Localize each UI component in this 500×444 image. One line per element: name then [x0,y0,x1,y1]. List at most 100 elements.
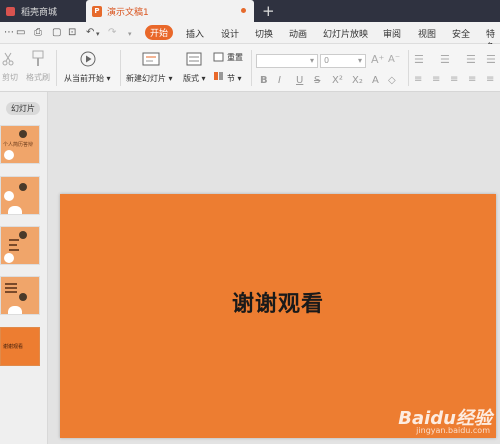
print-icon[interactable]: ⎙ [34,27,42,38]
separator [56,50,57,86]
bunny-illustration-icon [4,150,14,160]
bunny-illustration-icon [4,191,14,201]
print-preview-icon[interactable]: ▢ [52,27,61,38]
align-left-icon[interactable]: ≡ [414,74,422,85]
menu-design[interactable]: 设计 [221,27,239,40]
tab-docer-store[interactable]: 稻壳商城 [0,0,84,22]
cut-label[interactable]: 剪切 [2,72,18,83]
slides-tab[interactable]: 幻灯片 [6,102,40,115]
play-icon[interactable] [80,51,96,67]
menu-security[interactable]: 安全 [452,27,470,40]
menu-slideshow[interactable]: 幻灯片放映 [323,27,368,40]
format-painter-label[interactable]: 格式刷 [26,72,50,83]
bold-button[interactable]: B [260,75,268,86]
new-slide-button[interactable]: 新建幻灯片 ▾ [126,73,173,84]
decoration-icon [19,293,27,301]
overflow-icon[interactable]: ⋯ [4,27,14,38]
menu-transitions[interactable]: 切换 [255,27,273,40]
menu-animation[interactable]: 动画 [289,27,307,40]
distribute-icon[interactable]: ≡ [486,74,494,85]
layout-button[interactable]: 版式 ▾ [183,73,206,84]
section-icon[interactable] [213,71,224,81]
new-slide-label: 新建幻灯片 [126,74,166,83]
underline-button[interactable]: U [296,75,303,86]
slide-thumbnail-panel: 幻灯片 个人简历答辩 谢谢观看 [0,92,48,444]
increase-font-icon[interactable]: A⁺ [371,53,384,66]
reset-icon[interactable] [213,52,224,62]
text-line [5,283,17,285]
font-size-input[interactable]: 0 ▾ [320,54,366,68]
presentation-icon: P [92,5,102,17]
slide-canvas[interactable]: 谢谢观看 [60,194,496,438]
bullet-list-icon[interactable]: ☰ [414,53,424,66]
menu-home[interactable]: 开始 [145,25,173,40]
watermark-url: jingyan.baidu.com [416,426,490,435]
align-right-icon[interactable]: ≡ [450,74,458,85]
superscript-icon[interactable]: X² [332,75,343,86]
text-line [5,291,17,293]
new-slide-icon[interactable] [142,52,160,67]
play-from-current-label: 从当前开始 [64,74,104,83]
font-name-input[interactable]: ▾ [256,54,318,68]
play-from-current-button[interactable]: 从当前开始 ▾ [64,73,111,84]
tab-label: 演示文稿1 [107,7,149,18]
numbered-list-icon[interactable]: ☰ [440,53,450,66]
menu-view[interactable]: 视图 [418,27,436,40]
slide-thumbnail-1[interactable]: 个人简历答辩 [0,125,40,164]
new-tab-plus-icon[interactable]: + [262,2,275,20]
bunny-illustration-icon [8,206,22,214]
text-line [5,287,17,289]
dropdown-arrow-icon: ▾ [309,56,314,65]
separator [408,50,409,86]
open-file-icon[interactable]: ▭ [16,27,25,38]
menu-insert[interactable]: 插入 [186,27,204,40]
indent-icon[interactable]: ☰ [466,53,476,66]
justify-icon[interactable]: ≡ [468,74,476,85]
unsaved-dot-icon [241,8,246,13]
decoration-icon [19,130,27,138]
cut-icon[interactable] [2,52,14,66]
thumbnail-title: 谢谢观看 [3,344,24,350]
baidu-watermark: Baidu经验 jingyan.baidu.com [398,404,492,435]
bunny-illustration-icon [4,253,14,263]
bunny-illustration-icon [8,306,22,314]
outdent-icon[interactable]: ☰ [486,53,496,66]
text-line [9,239,19,241]
slide-thumbnail-5[interactable]: 谢谢观看 [0,327,40,366]
clear-format-icon[interactable]: ◇ [388,75,396,86]
strikethrough-button[interactable]: S [314,75,320,86]
title-bar: 稻壳商城 P 演示文稿1 + [0,0,500,22]
slide-thumbnail-4[interactable] [0,276,40,315]
undo-dropdown-icon[interactable]: ▾ [96,30,100,38]
dropdown-arrow-icon: ▾ [357,56,362,65]
reset-label[interactable]: 重置 [227,52,243,63]
format-icon[interactable]: ⊡ [68,27,76,38]
menu-review[interactable]: 审阅 [383,27,401,40]
section-label: 节 [227,74,235,83]
customize-dropdown-icon[interactable]: ▾ [128,30,132,38]
slide-title[interactable]: 谢谢观看 [60,286,496,318]
format-painter-icon[interactable] [30,50,46,68]
layout-icon[interactable] [186,52,202,67]
ribbon-toolbar: 剪切 格式刷 复制 从当前开始 ▾ 新建幻灯片 ▾ 版式 ▾ 重置 节 ▾ ▾ [0,44,500,92]
font-color-icon[interactable]: A [372,75,379,86]
slide-thumbnail-2[interactable] [0,176,40,215]
subscript-icon[interactable]: X₂ [352,75,363,86]
layout-label: 版式 [183,74,199,83]
tab-presentation[interactable]: P 演示文稿1 [86,0,254,22]
tab-label: 稻壳商城 [21,7,58,18]
thumbnail-title: 个人简历答辩 [3,142,34,148]
docer-store-icon [6,6,15,16]
text-line [9,244,17,246]
align-center-icon[interactable]: ≡ [432,74,440,85]
separator [120,50,121,86]
menu-bar: ⋯ ▭ ⎙ ▢ ⊡ ↶ ▾ ↷ ▾ 开始 插入 设计 切换 动画 幻灯片放映 审… [0,22,500,53]
section-button[interactable]: 节 ▾ [227,73,242,84]
font-size-value: 0 [324,56,330,65]
redo-icon[interactable]: ↷ [108,27,116,38]
decoration-icon [19,183,27,191]
italic-button[interactable]: I [278,75,281,86]
decrease-font-icon[interactable]: A⁻ [388,54,400,65]
undo-icon[interactable]: ↶ [86,27,94,38]
slide-thumbnail-3[interactable] [0,226,40,265]
